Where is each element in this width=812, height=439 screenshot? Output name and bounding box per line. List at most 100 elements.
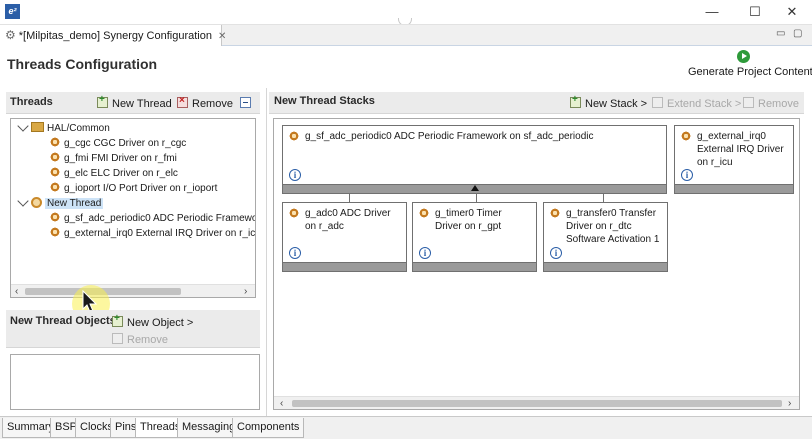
close-window-button[interactable]: ✕ — [772, 2, 812, 22]
extend-stack-label: Extend Stack > — [667, 98, 742, 110]
module-icon — [681, 131, 691, 141]
remove-thread-button[interactable]: Remove — [177, 95, 233, 110]
tree-thread-new-thread[interactable]: New Thread — [16, 195, 104, 211]
module-icon — [50, 227, 60, 237]
stack-module-label: g_timer0 Timer Driver on r_gpt — [435, 208, 502, 232]
module-icon — [419, 208, 429, 218]
info-icon[interactable]: i — [289, 169, 301, 181]
remove-object-label: Remove — [127, 334, 168, 346]
tree-item-label: g_elc ELC Driver on r_elc — [64, 168, 178, 179]
tree-item-label: g_cgc CGC Driver on r_cgc — [64, 138, 187, 149]
app-logo-icon: e² — [5, 4, 20, 19]
scroll-left-icon[interactable]: ‹ — [15, 285, 18, 297]
stack-module-adc[interactable]: g_adc0 ADC Driver on r_adc i — [282, 202, 407, 272]
remove-icon — [743, 97, 754, 108]
add-icon — [97, 94, 108, 108]
editor-tab-synergy-config[interactable]: ⚙ *[Milpitas_demo] Synergy Configuration ✕ — [0, 25, 226, 46]
stack-module-footer[interactable] — [675, 184, 793, 193]
stack-module-adc-periodic[interactable]: g_sf_adc_periodic0 ADC Periodic Framewor… — [282, 125, 667, 194]
add-icon — [570, 94, 581, 108]
module-icon — [50, 152, 60, 162]
module-icon — [289, 208, 299, 218]
threads-tree[interactable]: HAL/Common g_cgc CGC Driver on r_cgc g_f… — [10, 118, 256, 298]
tree-item-label: g_sf_adc_periodic0 ADC Periodic Framewor… — [64, 213, 255, 224]
panel-divider[interactable] — [266, 88, 267, 416]
canvas-horizontal-scrollbar[interactable]: ‹ › — [274, 396, 799, 409]
module-icon — [550, 208, 560, 218]
tree-group-label: HAL/Common — [47, 123, 110, 134]
page-header: Threads Configuration Generate Project C… — [0, 46, 812, 88]
scroll-thumb[interactable] — [292, 400, 782, 407]
info-icon[interactable]: i — [419, 247, 431, 259]
module-icon — [289, 131, 299, 141]
scroll-right-icon[interactable]: › — [788, 397, 791, 409]
stack-module-footer[interactable] — [413, 262, 536, 271]
tab-components[interactable]: Components — [232, 418, 305, 438]
extend-icon — [652, 97, 663, 108]
tree-item[interactable]: g_sf_adc_periodic0 ADC Periodic Framewor… — [50, 211, 255, 226]
stack-module-external-irq[interactable]: g_external_irq0 External IRQ Driver on r… — [674, 125, 794, 194]
expand-chevron-icon[interactable] — [17, 195, 29, 207]
page-title: Threads Configuration — [7, 56, 158, 72]
collapse-all-icon[interactable] — [240, 97, 251, 108]
tree-item-label: g_ioport I/O Port Driver on r_ioport — [64, 183, 218, 194]
tree-item[interactable]: g_elc ELC Driver on r_elc — [50, 166, 178, 181]
stack-module-transfer[interactable]: g_transfer0 Transfer Driver on r_dtc Sof… — [543, 202, 668, 272]
minimize-button[interactable]: — — [692, 2, 732, 22]
module-icon — [50, 182, 60, 192]
info-icon[interactable]: i — [550, 247, 562, 259]
module-icon — [50, 212, 60, 222]
remove-object-button[interactable]: Remove — [112, 333, 168, 346]
stack-module-footer[interactable] — [544, 262, 667, 271]
stack-module-label: g_transfer0 Transfer Driver on r_dtc Sof… — [566, 208, 660, 245]
expand-up-arrow-icon[interactable] — [471, 185, 479, 191]
thread-stacks-header: New Thread Stacks New Stack > Extend Sta… — [269, 92, 804, 114]
new-stack-button[interactable]: New Stack > — [570, 94, 648, 110]
remove-thread-label: Remove — [192, 98, 233, 110]
remove-icon — [177, 95, 188, 108]
new-object-label: New Object > — [127, 317, 194, 329]
tree-item[interactable]: g_ioport I/O Port Driver on r_ioport — [50, 181, 217, 196]
new-thread-button[interactable]: New Thread — [97, 94, 172, 110]
remove-icon — [112, 333, 123, 344]
new-object-button[interactable]: New Object > — [112, 313, 194, 329]
maximize-button[interactable]: ☐ — [735, 2, 775, 22]
threads-title: Threads — [10, 96, 53, 108]
stack-module-label: g_sf_adc_periodic0 ADC Periodic Framewor… — [305, 131, 594, 142]
tree-item-label: g_external_irq0 External IRQ Driver on r… — [64, 228, 256, 239]
tree-item[interactable]: g_external_irq0 External IRQ Driver on r… — [50, 226, 256, 241]
tree-item[interactable]: g_fmi FMI Driver on r_fmi — [50, 151, 177, 166]
scroll-right-icon[interactable]: › — [244, 285, 247, 297]
tree-group-hal-common[interactable]: HAL/Common — [16, 120, 110, 136]
tab-messaging[interactable]: Messaging — [177, 418, 241, 438]
thread-objects-list[interactable] — [10, 354, 260, 410]
maximize-view-icon[interactable]: ▢ — [793, 28, 802, 39]
tree-item[interactable]: g_cgc CGC Driver on r_cgc — [50, 136, 186, 151]
scroll-left-icon[interactable]: ‹ — [280, 397, 283, 409]
tree-item-label: g_fmi FMI Driver on r_fmi — [64, 153, 177, 164]
tree-thread-label: New Thread — [45, 198, 104, 209]
generate-project-content-button[interactable]: Generate Project Content — [688, 66, 812, 78]
stack-module-timer[interactable]: g_timer0 Timer Driver on r_gpt i — [412, 202, 537, 272]
editor-tab-label: *[Milpitas_demo] Synergy Configuration — [18, 30, 212, 42]
close-tab-icon[interactable]: ✕ — [218, 31, 226, 42]
remove-stack-button[interactable]: Remove — [743, 97, 799, 110]
window-titlebar: e² — ☐ ✕ — [0, 0, 812, 26]
stack-module-label: g_external_irq0 External IRQ Driver on r… — [697, 131, 784, 168]
minimize-view-icon[interactable]: ▭ — [776, 28, 785, 39]
info-icon[interactable]: i — [289, 247, 301, 259]
expand-chevron-icon[interactable] — [17, 120, 29, 132]
tree-horizontal-scrollbar[interactable]: ‹ › — [11, 284, 255, 297]
info-icon[interactable]: i — [681, 169, 693, 181]
thread-objects-header: New Thread Objects New Object > Remove — [6, 310, 260, 348]
generate-play-icon[interactable] — [737, 50, 750, 63]
stacks-canvas[interactable]: g_sf_adc_periodic0 ADC Periodic Framewor… — [273, 118, 800, 410]
configuration-tabs: Summary BSP Clocks Pins Threads Messagin… — [0, 416, 812, 439]
folder-icon — [31, 122, 44, 132]
gear-icon: ⚙ — [5, 28, 16, 42]
stack-module-footer[interactable] — [283, 262, 406, 271]
new-stack-label: New Stack > — [585, 98, 648, 110]
module-icon — [50, 137, 60, 147]
extend-stack-button[interactable]: Extend Stack > — [652, 97, 741, 110]
stack-module-label: g_adc0 ADC Driver on r_adc — [305, 208, 391, 232]
